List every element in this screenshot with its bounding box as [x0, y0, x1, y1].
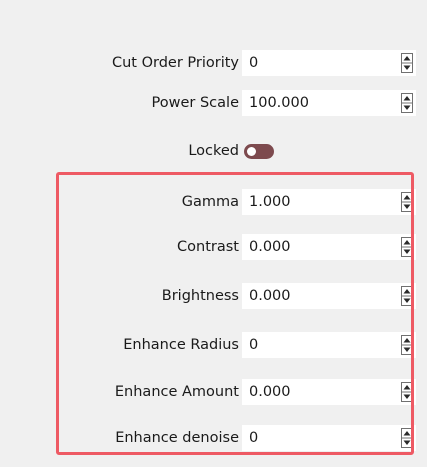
power-scale-value: 100.000 [249, 95, 309, 111]
toggle-knob [247, 147, 256, 156]
locked-row: Locked [0, 134, 427, 168]
enhance-amount-input[interactable]: 0.000 [242, 379, 416, 405]
brightness-label: Brightness [161, 288, 239, 304]
spin-up-down-icon[interactable] [398, 379, 416, 405]
enhance-radius-input[interactable]: 0 [242, 332, 416, 358]
power-scale-label: Power Scale [151, 95, 239, 111]
cut-order-priority-label: Cut Order Priority [111, 55, 239, 71]
gamma-value: 1.000 [249, 194, 291, 210]
brightness-row: Brightness 0.000 [0, 279, 427, 313]
brightness-value: 0.000 [249, 288, 291, 304]
enhance-radius-row: Enhance Radius 0 [0, 328, 427, 362]
contrast-label: Contrast [177, 239, 239, 255]
enhance-amount-value: 0.000 [249, 384, 291, 400]
enhance-amount-row: Enhance Amount 0.000 [0, 375, 427, 409]
power-scale-row: Power Scale 100.000 [0, 86, 427, 120]
spin-up-down-icon[interactable] [398, 90, 416, 116]
contrast-input[interactable]: 0.000 [242, 234, 416, 260]
spin-up-down-icon[interactable] [398, 332, 416, 358]
spin-up-down-icon[interactable] [398, 425, 416, 451]
cut-order-priority-value: 0 [249, 55, 259, 71]
enhance-denoise-value: 0 [249, 430, 259, 446]
contrast-row: Contrast 0.000 [0, 230, 427, 264]
gamma-row: Gamma 1.000 [0, 185, 427, 219]
gamma-label: Gamma [181, 194, 239, 210]
locked-toggle[interactable] [244, 144, 274, 159]
brightness-input[interactable]: 0.000 [242, 283, 416, 309]
gamma-input[interactable]: 1.000 [242, 189, 416, 215]
contrast-value: 0.000 [249, 239, 291, 255]
enhance-amount-label: Enhance Amount [114, 384, 239, 400]
enhance-denoise-row: Enhance denoise 0 [0, 421, 427, 455]
power-scale-input[interactable]: 100.000 [242, 90, 416, 116]
cut-order-priority-input[interactable]: 0 [242, 50, 416, 76]
spin-up-down-icon[interactable] [398, 234, 416, 260]
enhance-radius-label: Enhance Radius [123, 337, 239, 353]
locked-label: Locked [188, 143, 239, 159]
spin-up-down-icon[interactable] [398, 50, 416, 76]
enhance-radius-value: 0 [249, 337, 259, 353]
spin-up-down-icon[interactable] [398, 189, 416, 215]
cut-order-priority-row: Cut Order Priority 0 [0, 46, 427, 80]
enhance-denoise-input[interactable]: 0 [242, 425, 416, 451]
enhance-denoise-label: Enhance denoise [115, 430, 239, 446]
spin-up-down-icon[interactable] [398, 283, 416, 309]
